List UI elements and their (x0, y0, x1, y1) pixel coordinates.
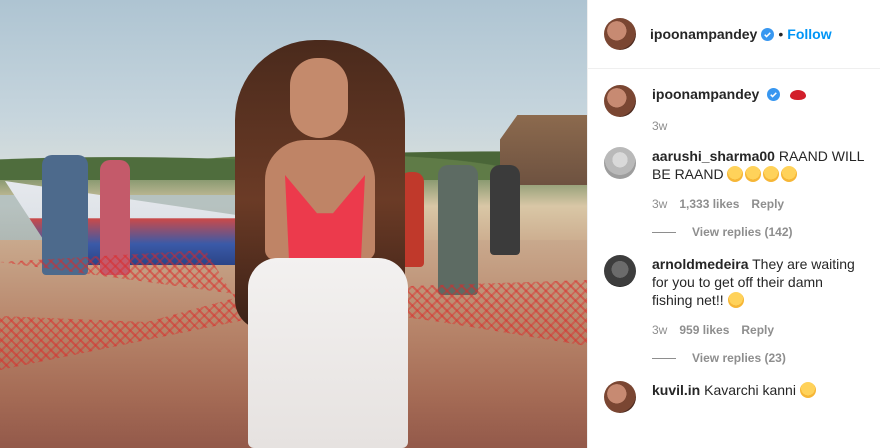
separator-dot: • (778, 26, 784, 42)
verified-badge-icon (767, 88, 781, 101)
post-viewer: ipoonampandey • Follow ipoonampandey 3w … (0, 0, 880, 448)
photo-fisherman (490, 165, 520, 255)
comment-likes[interactable]: 1,333 likes (679, 195, 739, 213)
post-photo[interactable] (0, 0, 587, 448)
comment-time[interactable]: 3w (652, 195, 667, 213)
reply-button[interactable]: Reply (741, 321, 774, 339)
laughing-emoji-icon (727, 292, 744, 308)
lips-emoji-icon (790, 90, 807, 100)
author-avatar[interactable] (604, 18, 636, 50)
author-avatar[interactable] (604, 85, 636, 117)
comment-likes[interactable]: 959 likes (679, 321, 729, 339)
laughing-emoji-icon (727, 166, 799, 182)
comments-list: ipoonampandey 3w aarushi_sharma00 RAAND … (588, 69, 880, 413)
comment-time[interactable]: 3w (652, 321, 667, 339)
reply-button[interactable]: Reply (751, 195, 784, 213)
photo-woman-pants (248, 258, 408, 448)
view-replies-label: View replies (23) (692, 351, 786, 365)
verified-badge-icon (761, 27, 775, 41)
photo-fisherman (42, 155, 88, 275)
commenter-avatar[interactable] (604, 381, 636, 413)
commenter-avatar[interactable] (604, 255, 636, 287)
commenter-username[interactable]: aarushi_sharma00 (652, 148, 775, 164)
follow-button[interactable]: Follow (787, 26, 831, 42)
commenter-username[interactable]: kuvil.in (652, 382, 700, 398)
caption: ipoonampandey 3w (604, 85, 864, 135)
commenter-username[interactable]: arnoldmedeira (652, 256, 748, 272)
commenter-avatar[interactable] (604, 147, 636, 179)
laughing-emoji-icon (799, 382, 816, 398)
author-username[interactable]: ipoonampandey (650, 26, 757, 42)
post-header: ipoonampandey • Follow (588, 0, 880, 69)
comment-text: Kavarchi kanni (704, 382, 796, 398)
comments-panel: ipoonampandey • Follow ipoonampandey 3w … (587, 0, 880, 448)
comment: aarushi_sharma00 RAAND WILL BE RAAND 3w … (604, 147, 864, 213)
comment: kuvil.in Kavarchi kanni (604, 381, 864, 413)
view-replies-button[interactable]: View replies (23) (652, 351, 864, 365)
replies-divider (652, 357, 676, 359)
replies-divider (652, 231, 676, 233)
comment: arnoldmedeira They are waiting for you t… (604, 255, 864, 339)
photo-woman-face (290, 58, 348, 138)
view-replies-button[interactable]: View replies (142) (652, 225, 864, 239)
caption-time[interactable]: 3w (652, 117, 667, 135)
caption-username[interactable]: ipoonampandey (652, 86, 759, 102)
view-replies-label: View replies (142) (692, 225, 793, 239)
photo-fisherman (438, 165, 478, 295)
